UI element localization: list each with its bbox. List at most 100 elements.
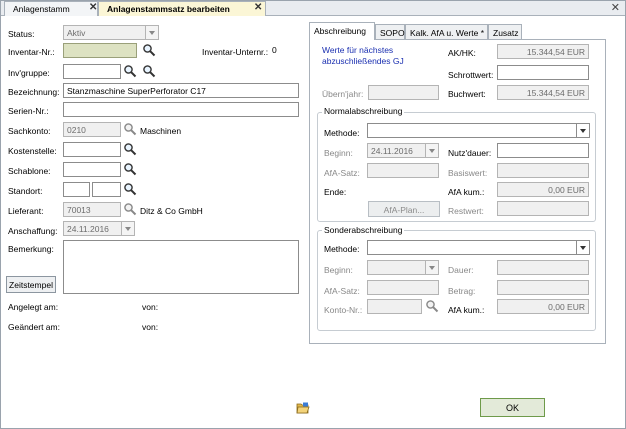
sonder-afa-satz-label: AfA-Satz: bbox=[324, 286, 360, 296]
konto-nr-label: Konto-Nr.: bbox=[324, 305, 363, 315]
normal-beginn-field[interactable]: 24.11.2016 bbox=[367, 143, 439, 158]
sachkonto-label: Sachkonto: bbox=[8, 126, 51, 136]
sonder-methode-select[interactable] bbox=[367, 240, 590, 255]
search-icon[interactable] bbox=[123, 202, 137, 216]
chevron-down-icon[interactable] bbox=[425, 144, 438, 157]
normal-methode-label: Methode: bbox=[324, 128, 360, 138]
sonder-methode-label: Methode: bbox=[324, 244, 360, 254]
close-icon[interactable]: ✕ bbox=[89, 2, 97, 13]
inventar-nr-field[interactable] bbox=[63, 43, 137, 58]
anschaffung-value: 24.11.2016 bbox=[67, 224, 109, 234]
inv-gruppe-label: Inv'gruppe: bbox=[8, 68, 50, 78]
lieferant-label: Lieferant: bbox=[8, 206, 44, 216]
sachkonto-description: Maschinen bbox=[140, 126, 182, 136]
search-icon[interactable] bbox=[123, 122, 137, 136]
zeitstempel-button[interactable]: Zeitstempel bbox=[6, 276, 56, 293]
chevron-down-icon[interactable] bbox=[145, 26, 158, 39]
serien-nr-field[interactable] bbox=[63, 102, 299, 117]
geaendert-von-label: von: bbox=[142, 322, 159, 332]
tab-sopo[interactable]: SOPO bbox=[375, 24, 405, 39]
anschaffung-date-field[interactable]: 24.11.2016 bbox=[63, 221, 135, 236]
tab-anlagenstamm[interactable]: Anlagenstamm ✕ bbox=[4, 1, 98, 16]
buchwert-label: Buchwert: bbox=[448, 89, 486, 99]
normal-afa-kum-field[interactable]: 0,00 EUR bbox=[497, 182, 589, 197]
restwert-field[interactable] bbox=[497, 201, 589, 216]
lieferant-field[interactable]: 70013 bbox=[63, 202, 121, 217]
buchwert-field[interactable]: 15.344,54 EUR bbox=[497, 85, 589, 100]
kostenstelle-label: Kostenstelle: bbox=[8, 146, 57, 156]
normal-afa-satz-label: AfA-Satz: bbox=[324, 168, 360, 178]
dauer-field[interactable] bbox=[497, 260, 589, 275]
uebern-jahr-label: Übern'jahr: bbox=[322, 89, 364, 99]
tab-label: Anlagenstamm bbox=[13, 4, 70, 14]
normal-afa-kum-label: AfA kum.: bbox=[448, 187, 485, 197]
status-value: Aktiv bbox=[67, 28, 86, 38]
kostenstelle-field[interactable] bbox=[63, 142, 121, 157]
tab-kalk-afa[interactable]: Kalk. AfA u. Werte * bbox=[405, 24, 488, 39]
standort-field-2[interactable] bbox=[92, 182, 121, 197]
sonder-afa-kum-label: AfA kum.: bbox=[448, 305, 485, 315]
betrag-field[interactable] bbox=[497, 280, 589, 295]
afa-plan-button[interactable]: AfA-Plan... bbox=[368, 201, 440, 217]
chevron-down-icon[interactable] bbox=[576, 124, 589, 137]
ak-hk-label: AK/HK: bbox=[448, 48, 476, 58]
tab-abschreibung[interactable]: Abschreibung bbox=[309, 22, 375, 40]
inv-gruppe-field[interactable] bbox=[63, 64, 121, 79]
sonder-afa-satz-field[interactable] bbox=[367, 280, 439, 295]
normal-methode-select[interactable] bbox=[367, 123, 590, 138]
bemerkung-label: Bemerkung: bbox=[8, 244, 54, 254]
close-icon[interactable]: ✕ bbox=[611, 1, 620, 14]
search-icon[interactable] bbox=[425, 299, 439, 313]
dauer-label: Dauer: bbox=[448, 265, 474, 275]
chevron-down-icon[interactable] bbox=[425, 261, 438, 274]
status-label: Status: bbox=[8, 29, 35, 39]
schrottwert-field[interactable] bbox=[497, 65, 589, 80]
tab-anlagenstammsatz-bearbeiten[interactable]: Anlagenstammsatz bearbeiten ✕ bbox=[98, 1, 266, 16]
restwert-label: Restwert: bbox=[448, 206, 484, 216]
basiswert-label: Basiswert: bbox=[448, 168, 488, 178]
basiswert-field[interactable] bbox=[497, 163, 589, 178]
bezeichnung-label: Bezeichnung: bbox=[8, 87, 60, 97]
normalabschreibung-title: Normalabschreibung bbox=[322, 106, 405, 116]
angelegt-am-label: Angelegt am: bbox=[8, 302, 59, 312]
tab-label: Anlagenstammsatz bearbeiten bbox=[107, 4, 230, 14]
bemerkung-textarea[interactable] bbox=[63, 240, 299, 294]
normal-beginn-label: Beginn: bbox=[324, 148, 353, 158]
inventar-nr-label: Inventar-Nr.: bbox=[8, 47, 55, 57]
serien-nr-label: Serien-Nr.: bbox=[8, 106, 49, 116]
status-select[interactable]: Aktiv bbox=[63, 25, 159, 40]
search-icon[interactable] bbox=[142, 43, 156, 57]
schrottwert-label: Schrottwert: bbox=[448, 70, 494, 80]
ok-button[interactable]: OK bbox=[480, 398, 545, 417]
nutzdauer-field[interactable] bbox=[497, 143, 589, 158]
sachkonto-field[interactable]: 0210 bbox=[63, 122, 121, 137]
lieferant-description: Ditz & Co GmbH bbox=[140, 206, 203, 216]
normal-afa-satz-field[interactable] bbox=[367, 163, 439, 178]
ende-label: Ende: bbox=[324, 187, 347, 197]
tab-zusatz[interactable]: Zusatz bbox=[488, 24, 522, 39]
ak-hk-field[interactable]: 15.344,54 EUR bbox=[497, 44, 589, 59]
chevron-down-icon[interactable] bbox=[576, 241, 589, 254]
search-icon[interactable] bbox=[123, 182, 137, 196]
search-icon[interactable] bbox=[142, 64, 156, 78]
standort-field-1[interactable] bbox=[63, 182, 90, 197]
inventar-unternr-value: 0 bbox=[272, 45, 277, 55]
sonder-beginn-label: Beginn: bbox=[324, 265, 353, 275]
anschaffung-label: Anschaffung: bbox=[8, 226, 58, 236]
konto-nr-field[interactable] bbox=[367, 299, 422, 314]
standort-label: Standort: bbox=[8, 186, 43, 196]
close-icon[interactable]: ✕ bbox=[254, 2, 262, 13]
sonderabschreibung-title: Sonderabschreibung bbox=[322, 225, 405, 235]
search-icon[interactable] bbox=[123, 142, 137, 156]
search-icon[interactable] bbox=[123, 162, 137, 176]
bezeichnung-field[interactable]: Stanzmaschine SuperPerforator C17 bbox=[63, 83, 299, 98]
uebern-jahr-field[interactable] bbox=[368, 85, 439, 100]
search-icon[interactable] bbox=[123, 64, 137, 78]
sonder-afa-kum-field[interactable]: 0,00 EUR bbox=[497, 299, 589, 314]
chevron-down-icon[interactable] bbox=[121, 222, 134, 235]
schablone-field[interactable] bbox=[63, 162, 121, 177]
betrag-label: Betrag: bbox=[448, 286, 476, 296]
open-folder-icon[interactable] bbox=[296, 402, 310, 414]
werte-hint: Werte für nächstes abzuschließendes GJ bbox=[322, 45, 404, 66]
sonder-beginn-field[interactable] bbox=[367, 260, 439, 275]
